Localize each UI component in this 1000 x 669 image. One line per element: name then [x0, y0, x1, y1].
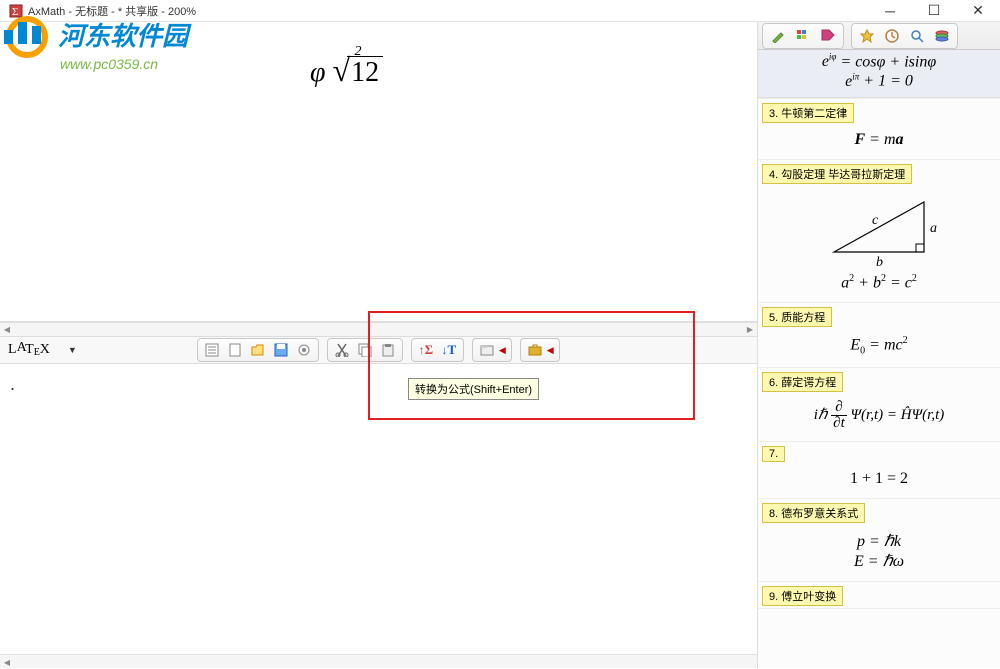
- formula-preview[interactable]: eiφ = cosφ + isinφ eiπ + 1 = 0: [758, 50, 1000, 98]
- open-button[interactable]: [249, 341, 267, 359]
- scroll-left-icon[interactable]: ◀: [0, 323, 14, 337]
- formula-to-latex-button[interactable]: ↓T: [440, 341, 458, 359]
- settings-button[interactable]: [295, 341, 313, 359]
- formula-emc2[interactable]: E0 = mc2: [758, 329, 1000, 367]
- svg-text:c: c: [872, 213, 879, 228]
- chevron-left-icon[interactable]: ◀: [547, 345, 554, 356]
- window-title: AxMath - 无标题 - * 共享版 - 200%: [28, 3, 876, 19]
- stack-button[interactable]: [932, 26, 952, 46]
- tooltip: 转换为公式(Shift+Enter): [408, 378, 539, 400]
- snippet-title[interactable]: 4. 勾股定理 毕达哥拉斯定理: [762, 164, 912, 184]
- bottom-horizontal-scrollbar[interactable]: ◀: [0, 654, 757, 668]
- side-toolbar: [758, 22, 1000, 50]
- latex-input[interactable]: . 转换为公式(Shift+Enter): [0, 364, 757, 654]
- briefcase-button[interactable]: [526, 341, 544, 359]
- snippet-title[interactable]: 3. 牛顿第二定律: [762, 103, 854, 123]
- properties-button[interactable]: [203, 341, 221, 359]
- paste-button[interactable]: [379, 341, 397, 359]
- svg-text:a: a: [930, 221, 937, 236]
- minimize-button[interactable]: ─: [876, 1, 904, 21]
- file-ops-group: [197, 338, 319, 362]
- formula-library[interactable]: eiφ = cosφ + isinφ eiπ + 1 = 0 3. 牛顿第二定律…: [758, 50, 1000, 668]
- formula-schrodinger[interactable]: iℏ ∂∂t Ψ(r,t) = ĤΨ(r,t): [758, 394, 1000, 441]
- snippet-title[interactable]: 7.: [762, 446, 785, 462]
- folder-group: ◀: [472, 338, 512, 362]
- latex-label: LATEX: [8, 342, 50, 358]
- formula-pythagoras[interactable]: c a b a2 + b2 = c2: [758, 186, 1000, 302]
- chevron-left-icon[interactable]: ◀: [499, 345, 506, 356]
- copy-button[interactable]: [356, 341, 374, 359]
- tag-button[interactable]: [818, 26, 838, 46]
- cut-button[interactable]: [333, 341, 351, 359]
- briefcase-group: ◀: [520, 338, 560, 362]
- svg-text:b: b: [876, 255, 883, 267]
- cursor: .: [10, 374, 15, 394]
- clipboard-group: [327, 338, 403, 362]
- favorite-button[interactable]: [857, 26, 877, 46]
- snippet-title[interactable]: 8. 德布罗意关系式: [762, 503, 865, 523]
- formula-debroglie[interactable]: p = ℏk E = ℏω: [758, 525, 1000, 581]
- svg-text:Σ: Σ: [12, 6, 18, 18]
- scroll-left-icon[interactable]: ◀: [0, 655, 14, 669]
- snippet-title[interactable]: 5. 质能方程: [762, 307, 832, 327]
- history-button[interactable]: [882, 26, 902, 46]
- close-button[interactable]: ✕: [964, 1, 992, 21]
- snippet-title[interactable]: 6. 薛定谔方程: [762, 372, 843, 392]
- latex-toolbar: LATEX ▼ ↑Σ ↓T ◀: [0, 336, 757, 364]
- dropdown-icon[interactable]: ▼: [68, 345, 77, 355]
- save-button[interactable]: [272, 341, 290, 359]
- app-icon: Σ: [8, 3, 24, 19]
- new-button[interactable]: [226, 341, 244, 359]
- formula-editor[interactable]: φ 2 √ 12: [0, 22, 757, 322]
- snippet-title[interactable]: 9. 傅立叶变换: [762, 586, 843, 606]
- color-grid-button[interactable]: [793, 26, 813, 46]
- editor-horizontal-scrollbar[interactable]: ◀ ▶: [0, 322, 757, 336]
- palette-pick-button[interactable]: [768, 26, 788, 46]
- maximize-button[interactable]: ☐: [920, 1, 948, 21]
- search-button[interactable]: [907, 26, 927, 46]
- equation-display: φ 2 √ 12: [310, 52, 383, 89]
- scroll-right-icon[interactable]: ▶: [743, 323, 757, 337]
- convert-group: ↑Σ ↓T: [411, 338, 464, 362]
- export-folder-button[interactable]: [478, 341, 496, 359]
- latex-to-formula-button[interactable]: ↑Σ: [417, 341, 435, 359]
- formula-1plus1[interactable]: 1 + 1 = 2: [758, 464, 1000, 498]
- formula-newton[interactable]: F = ma: [758, 125, 1000, 159]
